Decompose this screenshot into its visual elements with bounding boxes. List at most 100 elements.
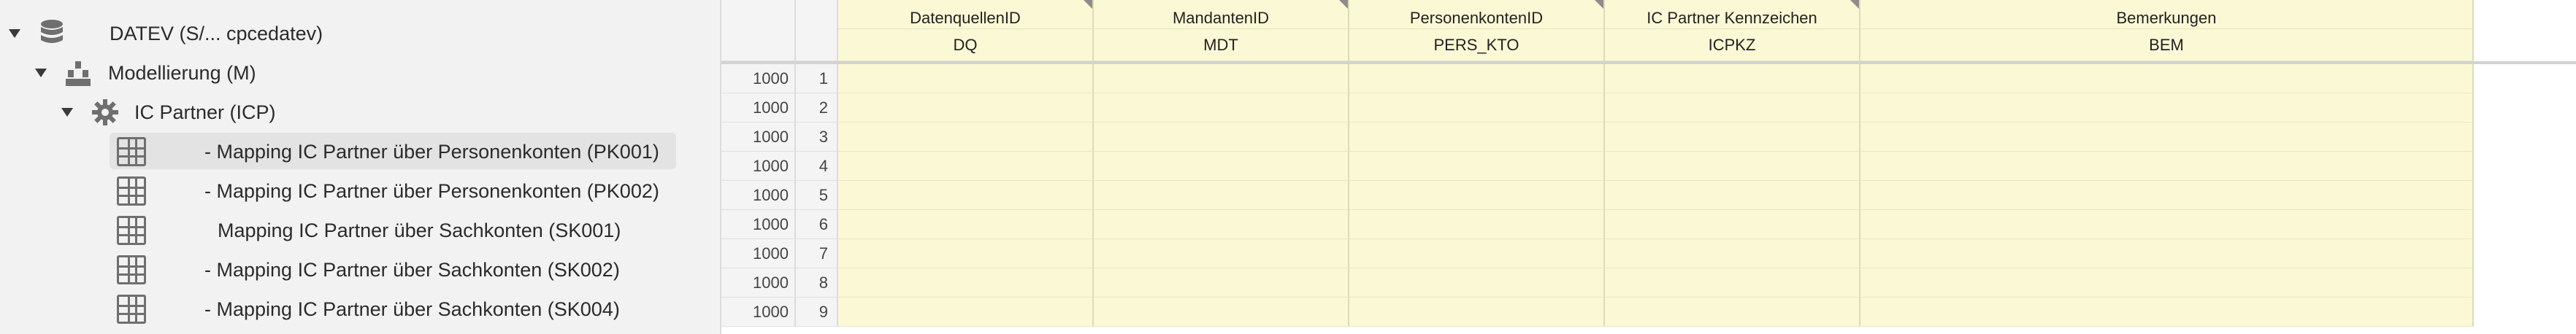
row-value: 1000 — [721, 64, 796, 93]
grid-cell[interactable] — [1605, 64, 1860, 93]
column-menu-icon[interactable] — [1850, 0, 1859, 9]
expand-caret-icon[interactable] — [9, 29, 20, 38]
tree-table-label: Mapping IC Partner über Sachkonten (SK00… — [218, 220, 621, 241]
grid-cell[interactable] — [838, 93, 1094, 123]
column-code-mdt: MDT — [1094, 29, 1349, 61]
grid-cell[interactable] — [1349, 152, 1605, 181]
grid-cell[interactable] — [1094, 181, 1349, 210]
grid-cell[interactable] — [1349, 239, 1605, 268]
grid-cell[interactable] — [1349, 123, 1605, 152]
column-header-datenquellenid[interactable]: DatenquellenID — [838, 0, 1094, 29]
grid-cell[interactable] — [1094, 93, 1349, 123]
grid-cell[interactable] — [1605, 298, 1860, 327]
grid-cell[interactable] — [1605, 210, 1860, 239]
row-index[interactable]: 7 — [796, 239, 838, 268]
row-value: 1000 — [721, 152, 796, 181]
grid-cell[interactable] — [1094, 64, 1349, 93]
column-header-mandantenid[interactable]: MandantenID — [1094, 0, 1349, 29]
tree-model-label: Modellierung (M) — [108, 62, 256, 84]
grid-cell[interactable] — [1860, 298, 2474, 327]
row-index[interactable]: 5 — [796, 181, 838, 210]
navigation-tree: DATEV (S/... cpcedatev) Modellierung (M) — [0, 0, 721, 334]
grid-cell[interactable] — [1605, 239, 1860, 268]
row-index[interactable]: 1 — [796, 64, 838, 93]
index-header-corner — [796, 0, 838, 61]
grid-cell[interactable] — [838, 239, 1094, 268]
row-value: 1000 — [721, 123, 796, 152]
grid-cell[interactable] — [1860, 64, 2474, 93]
grid-cell[interactable] — [838, 210, 1094, 239]
tree-table-item[interactable]: - Mapping IC Partner über Sachkonten (SK… — [110, 292, 676, 327]
grid-cell[interactable] — [1860, 239, 2474, 268]
grid-cell[interactable] — [1605, 181, 1860, 210]
grid-cell[interactable] — [1605, 93, 1860, 123]
column-code: MDT — [1203, 36, 1238, 54]
grid-cell[interactable] — [1860, 123, 2474, 152]
column-header-icpkz[interactable]: IC Partner Kennzeichen — [1605, 0, 1860, 29]
column-menu-icon[interactable] — [1595, 0, 1603, 9]
grid-cell[interactable] — [838, 181, 1094, 210]
grid-cell[interactable] — [1860, 268, 2474, 298]
row-index[interactable]: 3 — [796, 123, 838, 152]
tree-table-item[interactable]: - Mapping IC Partner über Personenkonten… — [110, 134, 676, 169]
grid-cell[interactable] — [1349, 268, 1605, 298]
grid-cell[interactable] — [1349, 93, 1605, 123]
grid-cell[interactable] — [1349, 298, 1605, 327]
grid-cell[interactable] — [1349, 181, 1605, 210]
column-code-dq: DQ — [838, 29, 1094, 61]
expand-caret-icon[interactable] — [35, 69, 47, 77]
table-icon — [117, 137, 146, 166]
grid-cell[interactable] — [838, 123, 1094, 152]
grid-cell[interactable] — [1860, 210, 2474, 239]
tree-table-label: - Mapping IC Partner über Personenkonten… — [204, 180, 659, 202]
grid-cell[interactable] — [1605, 123, 1860, 152]
tree-node-root[interactable]: DATEV (S/... cpcedatev) — [0, 16, 657, 51]
tree-node-modellierung[interactable]: Modellierung (M) — [0, 55, 657, 90]
grid-cell[interactable] — [1349, 64, 1605, 93]
row-index[interactable]: 4 — [796, 152, 838, 181]
table-icon — [117, 176, 146, 206]
row-index[interactable]: 6 — [796, 210, 838, 239]
tree-node-icp[interactable]: IC Partner (ICP) — [0, 95, 657, 130]
column-title: PersonenkontenID — [1409, 9, 1544, 27]
grid-cell[interactable] — [1094, 298, 1349, 327]
tree-table-item[interactable]: - Mapping IC Partner über Sachkonten (SK… — [110, 252, 676, 287]
grid-cell[interactable] — [1860, 152, 2474, 181]
tree-table-item[interactable]: Mapping IC Partner über Sachkonten (SK00… — [110, 213, 676, 248]
row-value: 1000 — [721, 298, 796, 327]
column-header-bemerkungen[interactable]: Bemerkungen — [1860, 0, 2474, 29]
grid-cell[interactable] — [1094, 239, 1349, 268]
grid-cell[interactable] — [1094, 210, 1349, 239]
table-icon — [117, 295, 146, 324]
row-index[interactable]: 8 — [796, 268, 838, 298]
grid-cell[interactable] — [1094, 268, 1349, 298]
column-code-icpkz: ICPKZ — [1605, 29, 1860, 61]
grid-cell[interactable] — [1860, 93, 2474, 123]
data-grid: DatenquellenID DQ MandantenID MDT Person… — [721, 0, 2576, 334]
row-index[interactable]: 9 — [796, 298, 838, 327]
table-icon — [117, 255, 146, 284]
expand-caret-icon[interactable] — [61, 108, 73, 117]
database-icon — [41, 20, 63, 43]
grid-cell[interactable] — [1094, 123, 1349, 152]
grid-cell[interactable] — [838, 152, 1094, 181]
column-header-personenkontenid[interactable]: PersonenkontenID — [1349, 0, 1605, 29]
column-menu-icon[interactable] — [1084, 0, 1092, 9]
tree-table-label: - Mapping IC Partner über Sachkonten (SK… — [204, 259, 620, 281]
row-index[interactable]: 2 — [796, 93, 838, 123]
grid-cell[interactable] — [838, 298, 1094, 327]
tree-table-item[interactable]: - Mapping IC Partner über Personenkonten… — [110, 174, 676, 209]
grid-cell[interactable] — [1349, 210, 1605, 239]
row-value: 1000 — [721, 93, 796, 123]
grid-cell[interactable] — [838, 64, 1094, 93]
column-title: IC Partner Kennzeichen — [1647, 9, 1817, 27]
grid-cell[interactable] — [838, 268, 1094, 298]
grid-cell[interactable] — [1605, 268, 1860, 298]
column-menu-icon[interactable] — [1339, 0, 1348, 9]
grid-cell[interactable] — [1094, 152, 1349, 181]
tree-icp-label: IC Partner (ICP) — [134, 101, 276, 123]
column-code: BEM — [2149, 36, 2184, 54]
row-value: 1000 — [721, 268, 796, 298]
grid-cell[interactable] — [1860, 181, 2474, 210]
grid-cell[interactable] — [1605, 152, 1860, 181]
